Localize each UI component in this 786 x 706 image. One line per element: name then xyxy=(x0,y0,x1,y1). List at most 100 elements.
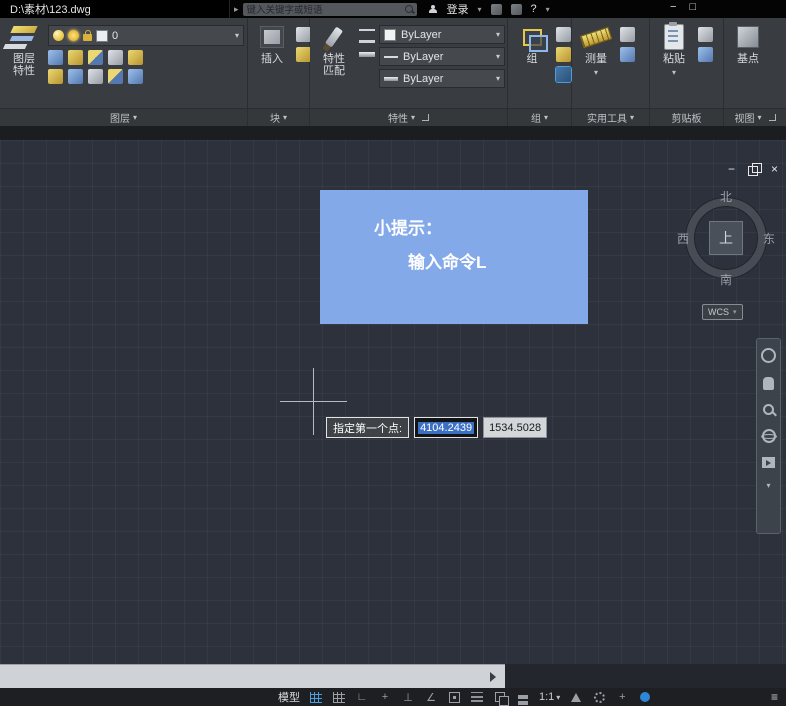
id-point-icon[interactable] xyxy=(620,27,635,42)
transparency-icon[interactable] xyxy=(493,690,507,704)
search-icon[interactable] xyxy=(405,5,413,13)
graphics-performance-icon[interactable] xyxy=(638,690,652,704)
customization-menu-icon[interactable]: ≡ xyxy=(771,690,778,704)
pan-icon[interactable] xyxy=(763,377,774,390)
help-search-input[interactable]: 键入关键字或短语 xyxy=(243,3,417,16)
doc-close-button[interactable]: × xyxy=(771,162,778,176)
snap-mode-icon[interactable] xyxy=(332,690,346,704)
copy-icon[interactable] xyxy=(698,47,713,62)
showmotion-icon[interactable] xyxy=(762,457,775,468)
panel-footer-block[interactable]: 块 ▾ xyxy=(248,108,309,126)
panel-launcher-icon[interactable] xyxy=(422,114,429,121)
panel-footer-group[interactable]: 组 ▾ xyxy=(508,108,571,126)
window-controls: − □ xyxy=(670,1,696,13)
exchange-apps-icon[interactable] xyxy=(491,4,502,15)
panel-footer-properties[interactable]: 特性 ▾ xyxy=(310,108,507,126)
isolate-objects-icon[interactable]: + xyxy=(615,690,629,704)
create-block-icon[interactable] xyxy=(296,27,311,42)
block-editor-icon[interactable] xyxy=(296,47,311,62)
help-icon[interactable]: ? xyxy=(531,3,537,15)
doc-minimize-button[interactable]: − xyxy=(728,162,735,176)
annotation-visibility-icon[interactable] xyxy=(569,690,583,704)
drawing-area[interactable]: − × 小提示： 输入命令L 北 西 东 南 上 WCS ▾ xyxy=(0,140,786,664)
ortho-mode-icon[interactable]: ⊥ xyxy=(401,690,415,704)
layer-tool-icon[interactable] xyxy=(108,50,123,65)
lineweight-dropdown[interactable]: ByLayer ▾ xyxy=(379,69,505,88)
layer-tool-icon[interactable] xyxy=(128,50,143,65)
compass-north-label[interactable]: 北 xyxy=(676,188,776,205)
view-compass[interactable]: 北 西 东 南 上 xyxy=(676,188,776,288)
current-layer-name: 0 xyxy=(112,30,118,42)
panel-footer-clipboard[interactable]: 剪贴板 xyxy=(650,108,723,126)
layer-properties-button[interactable]: 图层特性 xyxy=(3,23,45,77)
selection-cycling-icon[interactable] xyxy=(516,690,530,704)
layer-tool-icon[interactable] xyxy=(68,69,83,84)
workspace-switching-icon[interactable] xyxy=(592,690,606,704)
layer-tool-icon[interactable] xyxy=(128,69,143,84)
wcs-menu[interactable]: WCS ▾ xyxy=(702,304,743,320)
quick-calculator-icon[interactable] xyxy=(620,47,635,62)
group-edit-icon[interactable] xyxy=(556,47,571,62)
window-minimize-button[interactable]: − xyxy=(670,1,676,13)
group-button[interactable]: 组 xyxy=(511,23,553,65)
doc-restore-button[interactable] xyxy=(748,166,758,176)
match-properties-button[interactable]: 特性匹配 xyxy=(313,23,355,77)
polar-tracking-icon[interactable]: ∠ xyxy=(424,690,438,704)
horizontal-scrollbar[interactable] xyxy=(0,664,505,688)
object-color-dropdown[interactable]: ByLayer ▾ xyxy=(379,25,505,44)
chevron-down-icon[interactable]: ▾ xyxy=(235,31,239,40)
navigation-wheel-icon[interactable] xyxy=(761,348,776,363)
dynamic-input-x-field[interactable]: 4104.2439 xyxy=(414,417,478,438)
layer-tool-icon[interactable] xyxy=(68,50,83,65)
layer-tool-icon[interactable] xyxy=(88,69,103,84)
viewcube-top-face[interactable]: 上 xyxy=(709,221,743,255)
panel-footer-label: 特性 xyxy=(388,110,408,125)
orbit-icon[interactable] xyxy=(762,429,776,443)
tip-body: 输入命令L xyxy=(408,248,486,273)
layer-thaw-icon xyxy=(68,30,79,41)
grid-display-icon[interactable] xyxy=(309,690,323,704)
model-tab[interactable]: 模型 xyxy=(278,689,300,705)
sign-in-button[interactable]: 登录 xyxy=(447,1,469,17)
linetype-dropdown[interactable]: ByLayer ▾ xyxy=(379,47,505,66)
annotation-scale-button[interactable]: 1:1 ▾ xyxy=(539,691,560,703)
cut-icon[interactable] xyxy=(698,27,713,42)
compass-west-label[interactable]: 西 xyxy=(677,230,689,247)
chevron-down-icon[interactable]: ▾ xyxy=(546,5,550,14)
dynamic-input-y-field[interactable]: 1534.5028 xyxy=(483,417,547,438)
layer-dropdown[interactable]: 0 ▾ xyxy=(48,25,244,46)
layer-tool-icon[interactable] xyxy=(108,69,123,84)
chevron-right-icon[interactable]: ▸ xyxy=(234,4,239,15)
insert-block-button[interactable]: 插入 xyxy=(251,23,293,65)
panel-footer-layers[interactable]: 图层 ▾ xyxy=(0,108,247,126)
base-point-button[interactable]: 基点 xyxy=(727,23,769,65)
compass-east-label[interactable]: 东 xyxy=(763,230,775,247)
chevron-down-icon[interactable]: ▾ xyxy=(478,5,482,14)
scroll-right-arrow-icon[interactable] xyxy=(490,672,496,682)
dynamic-input-toggle-icon[interactable]: + xyxy=(378,690,392,704)
layer-tool-icon[interactable] xyxy=(48,69,63,84)
paste-button[interactable]: 粘贴 ▾ xyxy=(653,23,695,79)
window-maximize-button[interactable]: □ xyxy=(689,1,696,13)
ungroup-icon[interactable] xyxy=(556,27,571,42)
prompt-text: 指定第一个点: xyxy=(333,420,402,436)
document-tab[interactable]: D:\素材\123.dwg xyxy=(0,0,230,18)
lineweight-display-icon[interactable] xyxy=(470,690,484,704)
infer-constraints-icon[interactable]: ∟ xyxy=(355,690,369,704)
layer-tool-icon[interactable] xyxy=(48,50,63,65)
measure-icon xyxy=(580,26,613,48)
panel-launcher-icon[interactable] xyxy=(769,114,776,121)
group-selection-toggle-icon[interactable] xyxy=(556,67,571,82)
panel-footer-view[interactable]: 视图 ▾ xyxy=(724,108,786,126)
linetype-sample-icon[interactable] xyxy=(359,40,375,43)
lineweight-sample-icon[interactable] xyxy=(359,52,375,57)
object-snap-icon[interactable] xyxy=(447,690,461,704)
compass-south-label[interactable]: 南 xyxy=(676,271,776,288)
stay-connected-icon[interactable] xyxy=(511,4,522,15)
chevron-down-icon[interactable]: ▾ xyxy=(766,482,770,490)
linetype-sample-icon[interactable] xyxy=(359,29,375,31)
measure-button[interactable]: 测量 ▾ xyxy=(575,23,617,79)
layer-tool-icon[interactable] xyxy=(88,50,103,65)
zoom-icon[interactable] xyxy=(763,404,774,415)
panel-footer-utilities[interactable]: 实用工具 ▾ xyxy=(572,108,649,126)
